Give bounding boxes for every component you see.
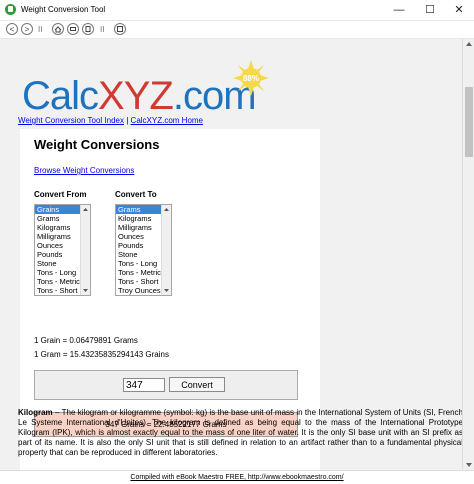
logo-calc: Calc — [22, 74, 99, 118]
print-icon[interactable] — [67, 23, 79, 35]
minimize-button[interactable]: — — [384, 0, 414, 20]
contents-icon[interactable] — [114, 23, 126, 35]
quantity-input[interactable]: 347 — [123, 378, 165, 392]
browser-content: CalcXYZ.com 88% Weight Conversion Tool I… — [0, 39, 462, 470]
maximize-button[interactable]: ☐ — [415, 0, 445, 20]
badge-text: 88% — [243, 74, 259, 83]
forward-icon[interactable]: > — [21, 23, 33, 35]
close-button[interactable]: ✕ — [444, 0, 474, 20]
convert-to-label: Convert To — [115, 190, 157, 199]
calcxyz-home-link[interactable]: CalcXYZ.com Home — [131, 116, 203, 125]
ratio-to-from: 1 Gram = 15.43235835294143 Grains — [34, 350, 169, 359]
pause-icon[interactable]: II — [38, 25, 44, 34]
browse-conversions-link[interactable]: Browse Weight Conversions — [34, 166, 134, 175]
to-list-scrollbar[interactable] — [161, 205, 171, 295]
app-icon — [5, 4, 16, 15]
footer: Compiled with eBook Maestro FREE, http:/… — [0, 470, 474, 484]
title-bar: Weight Conversion Tool — ☐ ✕ — [0, 0, 474, 21]
footer-link[interactable]: Compiled with eBook Maestro FREE, http:/… — [130, 474, 343, 481]
bookmark-icon[interactable] — [82, 23, 94, 35]
toolbar-separator: II — [100, 25, 105, 34]
convert-from-label: Convert From — [34, 190, 87, 199]
ratio-from-to: 1 Grain = 0.06479891 Grams — [34, 336, 138, 345]
sun-badge-icon: 88% — [233, 60, 269, 96]
home-icon[interactable] — [52, 23, 64, 35]
link-separator: | — [126, 116, 129, 125]
convert-to-list[interactable]: Grams Kilograms Milligrams Ounces Pounds… — [115, 204, 172, 296]
scrollbar-thumb[interactable] — [465, 87, 473, 157]
page-scrollbar[interactable] — [462, 39, 474, 470]
from-list-scrollbar[interactable] — [80, 205, 90, 295]
back-icon[interactable]: < — [6, 23, 18, 35]
convert-button[interactable]: Convert — [169, 377, 225, 392]
weight-tool-index-link[interactable]: Weight Conversion Tool Index — [18, 116, 124, 125]
description-term: Kilogram — [18, 408, 53, 417]
toolbar: < > II II — [0, 21, 474, 39]
convert-box: 347 Convert — [34, 370, 298, 400]
logo-xyz: XYZ — [98, 74, 174, 118]
description-text: – The kilogram or kilogramme (symbol: kg… — [18, 408, 462, 457]
convert-from-list[interactable]: Grains Grams Kilograms Milligrams Ounces… — [34, 204, 91, 296]
unit-description: Kilogram – The kilogram or kilogramme (s… — [18, 408, 462, 458]
page-title: Weight Conversions — [34, 137, 160, 152]
window-title: Weight Conversion Tool — [21, 5, 106, 14]
top-links: Weight Conversion Tool Index | CalcXYZ.c… — [18, 116, 203, 125]
site-logo[interactable]: CalcXYZ.com — [22, 74, 257, 119]
